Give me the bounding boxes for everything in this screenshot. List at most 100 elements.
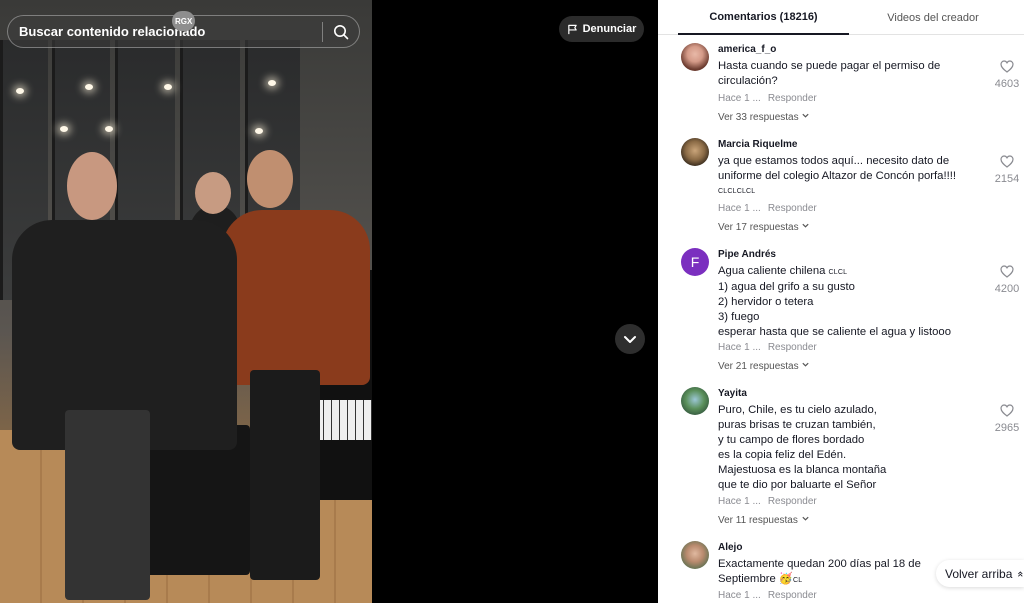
like-count: 4200 bbox=[994, 283, 1020, 295]
avatar[interactable] bbox=[681, 43, 709, 71]
comment-meta: Hace 1 ... Responder bbox=[718, 342, 817, 353]
reply-button[interactable]: Responder bbox=[768, 203, 817, 214]
like-button[interactable]: 2965 bbox=[992, 404, 1022, 434]
reply-button[interactable]: Responder bbox=[768, 342, 817, 353]
comment-line: ya que estamos todos aquí... necesito da… bbox=[718, 155, 950, 167]
comment-line: 3) fuego bbox=[718, 311, 760, 323]
search-input[interactable]: Buscar contenido relacionado bbox=[8, 24, 322, 39]
avatar[interactable] bbox=[681, 387, 709, 415]
flag-icon bbox=[567, 24, 577, 34]
comment-text: ya que estamos todos aquí... necesito da… bbox=[718, 154, 986, 199]
like-button[interactable]: 4200 bbox=[992, 265, 1022, 295]
comment-line: Agua caliente chilena CLCL bbox=[718, 264, 986, 280]
double-chevron-up-icon bbox=[1018, 570, 1023, 577]
avatar[interactable] bbox=[681, 138, 709, 166]
back-to-top-label: Volver arriba bbox=[945, 566, 1013, 581]
comment-username[interactable]: Yayita bbox=[718, 388, 747, 399]
chevron-down-icon bbox=[802, 516, 809, 521]
heart-icon bbox=[1000, 60, 1014, 73]
comment-text: Hasta cuando se puede pagar el permiso d… bbox=[718, 59, 986, 89]
back-to-top-button[interactable]: Volver arriba bbox=[936, 560, 1024, 587]
avatar[interactable]: F bbox=[681, 248, 709, 276]
like-count: 4603 bbox=[994, 78, 1020, 90]
comment-meta: Hace 1 ... Responder bbox=[718, 590, 817, 601]
comment-tag: CL bbox=[793, 577, 803, 584]
comment-text: Agua caliente chilena CLCL 1) agua del g… bbox=[718, 264, 986, 340]
comments-panel: Comentarios (18216) Videos del creador a… bbox=[658, 0, 1024, 603]
ceiling-light bbox=[255, 128, 263, 134]
comment-line-text: Agua caliente chilena bbox=[718, 265, 826, 277]
ceiling-light bbox=[85, 84, 93, 90]
comment-time: Hace 1 ... bbox=[718, 496, 761, 507]
comment-username[interactable]: america_f_o bbox=[718, 44, 776, 55]
heart-icon bbox=[1000, 155, 1014, 168]
comment-meta: Hace 1 ... Responder bbox=[718, 496, 817, 507]
person-head bbox=[195, 172, 231, 214]
comment-username[interactable]: Marcia Riquelme bbox=[718, 139, 797, 150]
comment-line: que te dio por baluarte el Señor bbox=[718, 479, 877, 491]
heart-icon bbox=[1000, 265, 1014, 278]
view-replies-button[interactable]: Ver 33 respuestas bbox=[718, 111, 810, 123]
comment-username[interactable]: Alejo bbox=[718, 542, 742, 553]
ceiling-light bbox=[164, 84, 172, 90]
view-replies-button[interactable]: Ver 11 respuestas bbox=[718, 514, 810, 526]
like-button[interactable]: 2154 bbox=[992, 155, 1022, 185]
comment-line: 2) hervidor o tetera bbox=[718, 296, 814, 308]
person-right bbox=[222, 210, 370, 385]
comment-time: Hace 1 ... bbox=[718, 342, 761, 353]
comment-line: circulación? bbox=[718, 75, 778, 87]
next-video-button[interactable] bbox=[615, 324, 645, 354]
like-button[interactable]: 4603 bbox=[992, 60, 1022, 90]
ceiling-light bbox=[105, 126, 113, 132]
comment-line: esperar hasta que se caliente el agua y … bbox=[718, 326, 951, 338]
reply-button[interactable]: Responder bbox=[768, 496, 817, 507]
search-badge: RGX bbox=[172, 11, 196, 31]
view-replies-button[interactable]: Ver 21 respuestas bbox=[718, 360, 810, 372]
chevron-down-icon bbox=[802, 113, 810, 118]
tab-creator-videos[interactable]: Videos del creador bbox=[851, 0, 1015, 35]
view-replies-button[interactable]: Ver 17 respuestas bbox=[718, 221, 810, 233]
view-replies-label: Ver 21 respuestas bbox=[718, 361, 799, 372]
comment-line: uniforme del colegio Altazor de Concón p… bbox=[718, 170, 957, 182]
view-replies-label: Ver 11 respuestas bbox=[718, 515, 798, 526]
view-replies-label: Ver 17 respuestas bbox=[718, 222, 799, 233]
like-count: 2154 bbox=[994, 173, 1020, 185]
video-stage: Buscar contenido relacionado RGX Denunci… bbox=[0, 0, 658, 603]
comment-time: Hace 1 ... bbox=[718, 93, 761, 104]
view-replies-label: Ver 33 respuestas bbox=[718, 112, 799, 123]
chevron-down-icon bbox=[624, 336, 636, 343]
video-player[interactable] bbox=[0, 0, 372, 603]
avatar[interactable] bbox=[681, 541, 709, 569]
comment-username[interactable]: Pipe Andrés bbox=[718, 249, 776, 260]
heart-icon bbox=[1000, 404, 1014, 417]
comment-line-text: Septiembre bbox=[718, 573, 776, 585]
comment-line: Majestuosa es la blanca montaña bbox=[718, 464, 887, 476]
chevron-down-icon bbox=[802, 362, 810, 367]
reply-button[interactable]: Responder bbox=[768, 93, 817, 104]
ceiling-light bbox=[16, 88, 24, 94]
ceiling-light bbox=[268, 80, 276, 86]
person-head bbox=[247, 150, 293, 208]
comment-line: es la copia feliz del Edén. bbox=[718, 449, 847, 461]
comment-meta: Hace 1 ... Responder bbox=[718, 203, 817, 214]
reply-button[interactable]: Responder bbox=[768, 590, 817, 601]
comment-text: Puro, Chile, es tu cielo azulado, puras … bbox=[718, 403, 986, 493]
comment-line: 1) agua del grifo a su gusto bbox=[718, 281, 855, 293]
emoji-icon: 🥳 bbox=[778, 573, 793, 585]
like-count: 2965 bbox=[994, 422, 1020, 434]
ceiling-light bbox=[60, 126, 68, 132]
comment-tag: CLCL bbox=[828, 269, 848, 276]
report-label: Denunciar bbox=[582, 23, 637, 35]
report-button[interactable]: Denunciar bbox=[559, 16, 644, 42]
search-button[interactable] bbox=[323, 15, 359, 48]
comment-line: Puro, Chile, es tu cielo azulado, bbox=[718, 404, 877, 416]
person-left-legs bbox=[65, 410, 150, 600]
person-right-legs bbox=[250, 370, 320, 580]
comment-line: puras brisas te cruzan también, bbox=[718, 419, 876, 431]
comment-time: Hace 1 ... bbox=[718, 590, 761, 601]
comment-line: y tu campo de flores bordado bbox=[718, 434, 865, 446]
tab-comments[interactable]: Comentarios (18216) bbox=[678, 0, 849, 35]
chevron-down-icon bbox=[802, 223, 810, 228]
panel-tabs: Comentarios (18216) Videos del creador bbox=[658, 0, 1024, 35]
comment-line: Hasta cuando se puede pagar el permiso d… bbox=[718, 60, 941, 72]
